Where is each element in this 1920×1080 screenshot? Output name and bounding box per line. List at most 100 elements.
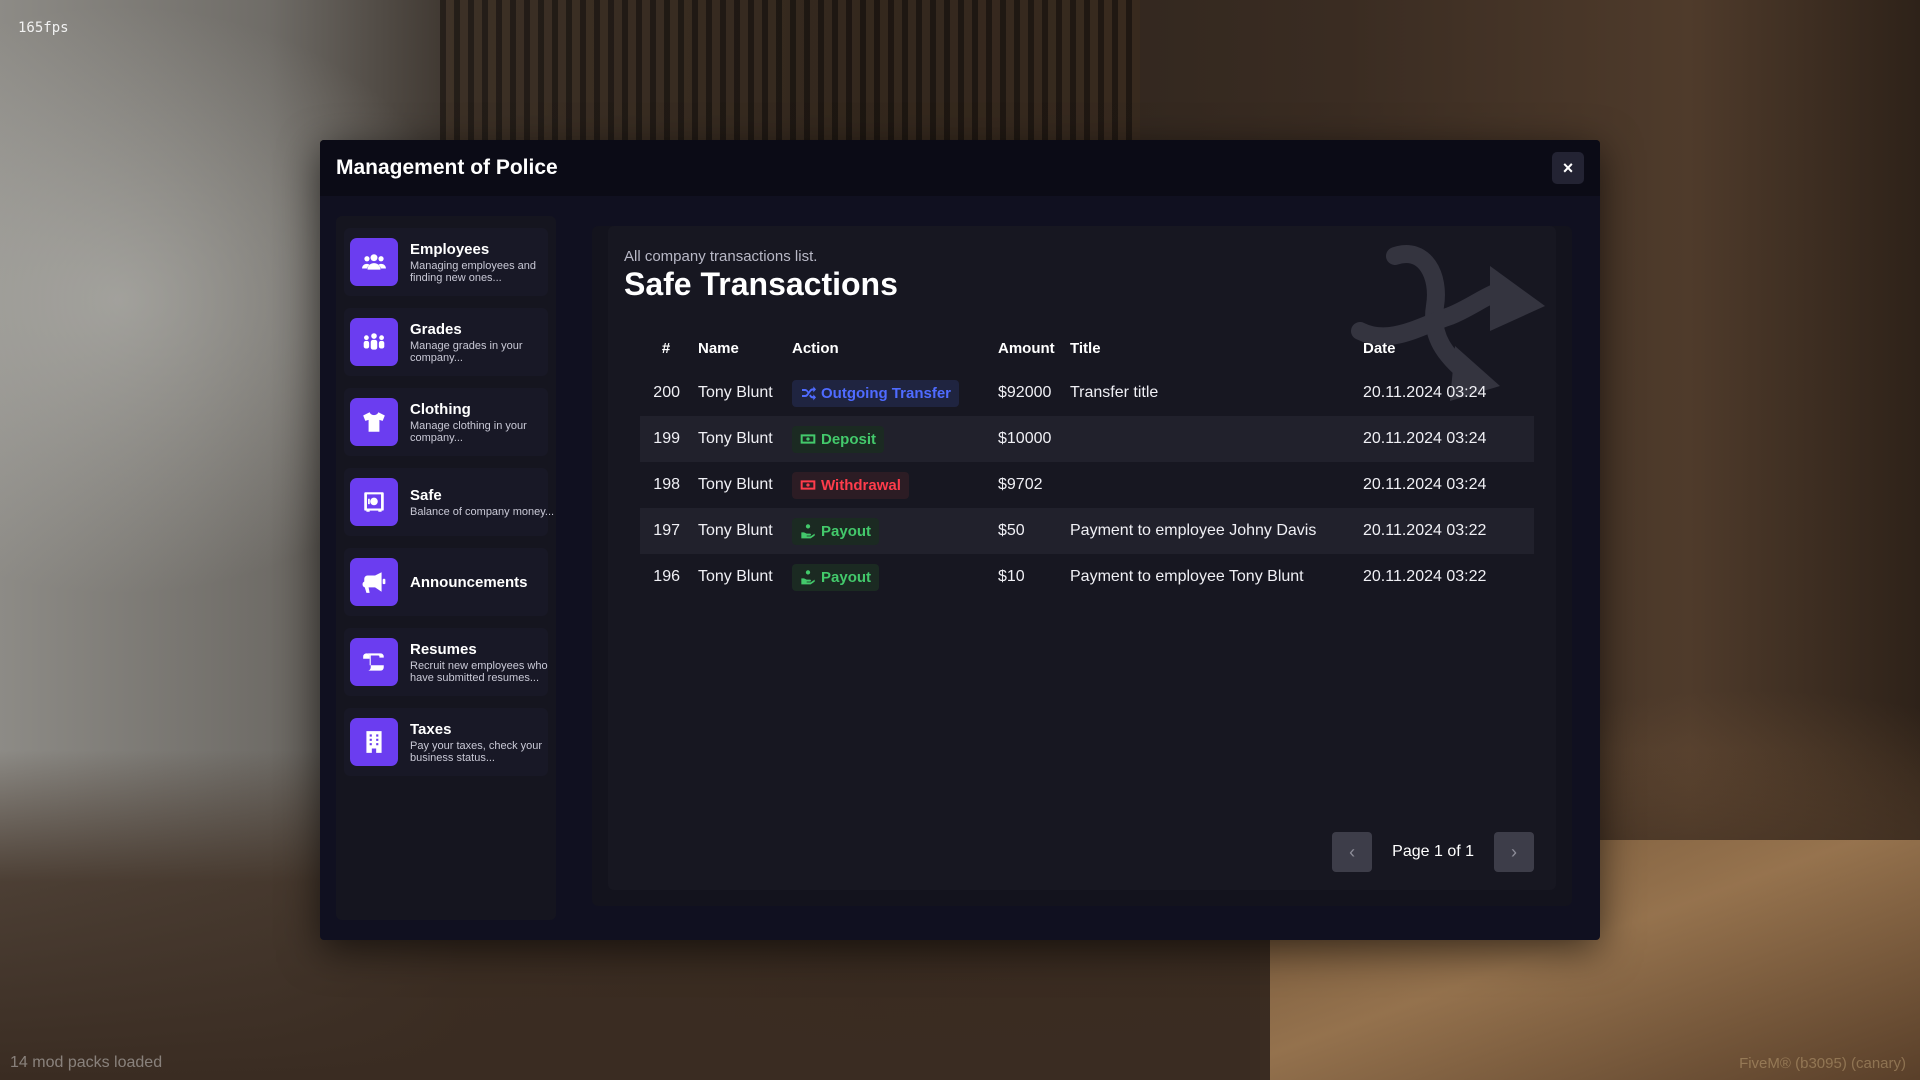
table-header-row: # Name Action Amount Title Date [640,326,1534,370]
sidebar-item-label: Clothing [410,400,471,418]
sidebar-item-clothing[interactable]: Clothing Manage clothing in your company… [344,388,548,456]
sidebar-item-desc: Managing employees and finding new ones.… [410,259,536,284]
table-row[interactable]: 197 Tony Blunt Payout $50 Payment to emp… [640,508,1534,554]
sidebar-item-safe[interactable]: Safe Balance of company money... [344,468,554,536]
action-label: Payout [821,522,872,540]
content-panel: All company transactions list. Safe Tran… [592,226,1572,906]
sidebar-item-resumes[interactable]: Resumes Recruit new employees who have s… [344,628,548,696]
cell-title [1064,416,1357,462]
column-header-date: Date [1363,339,1396,357]
shirt-icon [350,398,398,446]
cell-date: 20.11.2024 03:24 [1363,476,1487,493]
cell-id: 197 [640,508,692,554]
shuffle-icon [802,386,816,401]
cell-action: Payout [786,508,992,554]
hand-coin-icon [801,570,815,585]
sidebar-item-desc: Pay your taxes, check your business stat… [410,739,543,764]
action-label: Withdrawal [821,476,901,494]
column-header-action: Action [792,339,839,357]
action-badge-payout: Payout [792,563,880,591]
action-badge-payout: Payout [792,517,880,545]
cell-action: Withdrawal [786,462,992,508]
sidebar-item-employees[interactable]: Employees Managing employees and finding… [344,228,548,296]
sidebar-item-desc: Recruit new employees who have submitted… [410,659,548,684]
megaphone-icon [350,558,398,606]
cell-id: 198 [653,476,680,493]
page-indicator: Page 1 of 1 [1392,843,1474,860]
pagination: ‹ Page 1 of 1 › [608,832,1534,872]
building-icon [350,718,398,766]
action-label: Outgoing Transfer [821,384,952,402]
cell-amount: $50 [992,508,1064,554]
action-badge-deposit: Deposit [792,425,885,453]
sidebar-item-desc: Balance of company money... [410,505,555,518]
cell-action: Outgoing Transfer [786,370,992,416]
money-bill-icon [800,434,816,444]
sidebar-item-label: Safe [410,486,442,504]
cell-date: 20.11.2024 03:24 [1357,416,1534,462]
cell-name: Tony Blunt [692,416,786,462]
column-header-amount: Amount [998,339,1055,357]
safe-icon [350,478,398,526]
cell-title: Transfer title [1070,384,1159,401]
action-label: Deposit [821,430,877,448]
mod-packs-status: 14 mod packs loaded [10,1054,163,1071]
sidebar-item-label: Announcements [410,573,528,591]
sidebar-item-taxes[interactable]: Taxes Pay your taxes, check your busines… [344,708,548,776]
page-title: Safe Transactions [624,266,898,302]
sidebar-item-label: Taxes [410,720,452,738]
sidebar-item-announcements[interactable]: Announcements [344,548,548,616]
hand-coin-icon [801,524,815,539]
sidebar-item-label: Employees [410,240,490,258]
scroll-icon [350,638,398,686]
window-title: Management of Police [336,156,558,179]
sidebar-item-desc: Manage grades in your company... [410,339,523,364]
cell-date: 20.11.2024 03:22 [1357,508,1534,554]
transactions-table: # Name Action Amount Title Date 200 Tony… [640,326,1534,600]
action-label: Payout [821,568,872,586]
cell-name: Tony Blunt [698,384,773,401]
page-subtitle: All company transactions list. [624,248,818,265]
table-row[interactable]: 200 Tony Blunt Outgoing Transfer $92000 … [640,370,1534,416]
cell-amount: $92000 [998,384,1052,401]
sidebar-item-label: Grades [410,320,462,338]
cell-id: 200 [653,384,680,401]
cell-amount: $10000 [992,416,1064,462]
cell-amount: $9702 [998,476,1043,493]
cell-title: Payment to employee Tony Blunt [1070,568,1304,585]
cell-title: Payment to employee Johny Davis [1064,508,1357,554]
cell-date: 20.11.2024 03:24 [1363,384,1487,401]
sidebar-item-grades[interactable]: Grades Manage grades in your company... [344,308,548,376]
management-window: Management of Police × Employees Managin… [320,140,1600,940]
cell-action: Deposit [786,416,992,462]
cell-name: Tony Blunt [698,568,773,585]
window-body: Employees Managing employees and finding… [320,196,1600,940]
sidebar-item-desc: Manage clothing in your company... [410,419,527,444]
cell-date: 20.11.2024 03:22 [1363,568,1487,585]
next-page-button[interactable]: › [1494,832,1534,872]
fps-counter: 165fps [18,20,69,36]
previous-page-button[interactable]: ‹ [1332,832,1373,872]
close-button[interactable]: × [1552,152,1584,184]
cell-title [1064,462,1357,508]
sidebar-item-label: Resumes [410,640,477,658]
column-header-title: Title [1070,339,1101,357]
transactions-card: All company transactions list. Safe Tran… [608,226,1556,890]
column-header-name: Name [698,339,739,357]
table-row[interactable]: 199 Tony Blunt Deposit $10000 20.11.2024… [640,416,1534,462]
action-badge-transfer: Outgoing Transfer [792,379,960,407]
cell-name: Tony Blunt [692,508,786,554]
window-titlebar: Management of Police × [320,140,1600,196]
group-icon [350,318,398,366]
users-icon [350,238,398,286]
cell-name: Tony Blunt [698,476,773,493]
cell-id: 199 [640,416,692,462]
cell-id: 196 [653,568,680,585]
sidebar: Employees Managing employees and finding… [336,216,556,920]
table-row[interactable]: 196 Tony Blunt Payout $10 Payment to emp… [640,554,1534,600]
money-bill-icon [800,480,816,490]
cell-amount: $10 [998,568,1025,585]
table-row[interactable]: 198 Tony Blunt Withdrawal $9702 20.11.20… [640,462,1534,508]
column-header-id: # [661,339,671,357]
build-info: FiveM® (b3095) (canary) [1739,1055,1906,1072]
